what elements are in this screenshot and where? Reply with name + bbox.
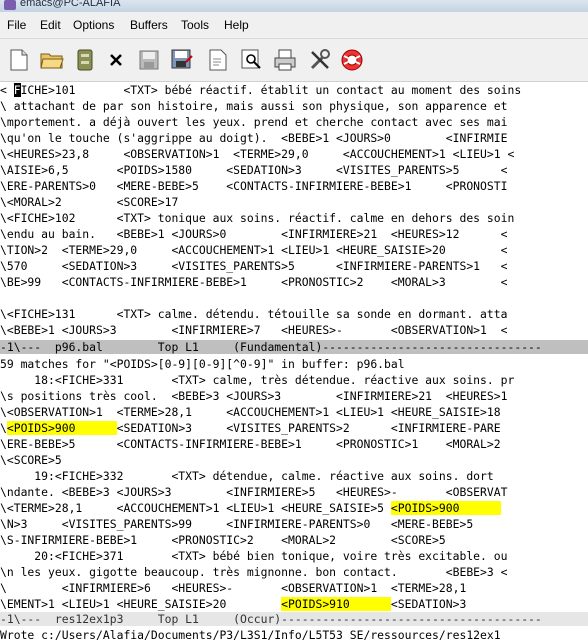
menu-buffers[interactable]: Buffers	[130, 18, 168, 32]
print-icon[interactable]	[273, 48, 297, 72]
help-icon[interactable]	[340, 48, 364, 72]
top-editor-window[interactable]: < FICHE>101 <TXT> bébé réactif. établit …	[0, 82, 588, 340]
text-segment: \s positions très cool. <BEBE>3 <JOURS>3…	[0, 389, 508, 403]
menu-bar: File Edit Options Buffers Tools Help	[0, 12, 588, 39]
text-segment: <	[0, 83, 14, 97]
occur-line: 20:<FICHE>371 <TXT> bébé bien tonique, v…	[0, 548, 507, 564]
text-segment: \ <INFIRMIERE>6 <HEURES>- <OBSERVATION>1…	[0, 581, 467, 595]
text-segment: \ERE-BEBE>5 <CONTACTS-INFIRMIERE-BEBE>1 …	[0, 437, 501, 451]
text-segment: \	[0, 421, 7, 435]
text-segment: \n les yeux. gigotte beaucoup. très mign…	[0, 565, 508, 579]
occur-line: \EMENT>1 <LIEU>1 <HEURE_SAISIE>20 <POIDS…	[0, 596, 466, 612]
text-segment: \AISIE>6,5 <POIDS>1580 <SEDATION>3 <VISI…	[0, 163, 508, 177]
text-segment: \<MORAL>2 <SCORE>17	[0, 195, 179, 209]
occur-line: \S-INFIRMIERE-BEBE>1 <PRONOSTIC>2 <MORAL…	[0, 532, 446, 548]
text-segment: \qu'on le touche (s'aggrippe au doigt). …	[0, 131, 508, 145]
occur-line: \<POIDS>900 <SEDATION>3 <VISITES_PARENTS…	[0, 420, 501, 436]
buffer-line: \ attachant de par son histoire, mais au…	[0, 98, 507, 114]
match-highlight: <POIDS>900	[390, 501, 501, 515]
text-segment: \<TERME>28,1 <ACCOUCHEMENT>1 <LIEU>1 <HE…	[0, 501, 391, 515]
dired-icon[interactable]	[73, 48, 97, 72]
match-highlight: <POIDS>900	[6, 421, 117, 435]
undo-icon[interactable]	[206, 48, 230, 72]
occur-line: \<OBSERVATION>1 <TERME>28,1 <ACCOUCHEMEN…	[0, 404, 501, 420]
save-icon[interactable]	[137, 48, 161, 72]
close-icon[interactable]	[104, 48, 128, 72]
text-segment: \<OBSERVATION>1 <TERME>28,1 <ACCOUCHEMEN…	[0, 405, 501, 419]
menu-tools[interactable]: Tools	[181, 18, 209, 32]
text-segment: \TION>2 <TERME>29,0 <ACCOUCHEMENT>1 <LIE…	[0, 243, 508, 257]
buffer-line: \qu'on le touche (s'aggrippe au doigt). …	[0, 130, 507, 146]
text-cursor: F	[13, 83, 21, 97]
text-segment: \<FICHE>131 <TXT> calme. détendu. tétoui…	[0, 307, 508, 321]
text-segment: \570 <SEDATION>3 <VISITES_PARENTS>5 <INF…	[0, 259, 508, 273]
open-folder-icon[interactable]	[40, 48, 64, 72]
text-segment: \ERE-PARENTS>0 <MERE-BEBE>5 <CONTACTS-IN…	[0, 179, 508, 193]
match-highlight: <POIDS>910	[281, 597, 391, 611]
text-segment: <SEDATION>3 <VISITES_PARENTS>2 <INFIRMIE…	[116, 421, 501, 435]
menu-help[interactable]: Help	[224, 18, 249, 32]
text-segment: 59 matches for "<POIDS>[0-9][0-9][^0-9]"…	[0, 357, 405, 371]
buffer-line: \TION>2 <TERME>29,0 <ACCOUCHEMENT>1 <LIE…	[0, 242, 507, 258]
text-segment: \N>3 <VISITES_PARENTS>99 <INFIRMIERE-PAR…	[0, 517, 474, 531]
text-segment: \<BEBE>1 <JOURS>3 <INFIRMIERE>7 <HEURES>…	[0, 323, 508, 337]
occur-line: \s positions très cool. <BEBE>3 <JOURS>3…	[0, 388, 507, 404]
occur-line: \<SCORE>5	[0, 452, 62, 468]
text-segment: \<SCORE>5	[0, 453, 62, 467]
buffer-line: \<FICHE>131 <TXT> calme. détendu. tétoui…	[0, 306, 507, 322]
text-segment: \BE>99 <CONTACTS-INFIRMIERE-BEBE>1 <PRON…	[0, 275, 508, 289]
text-segment: \ attachant de par son histoire, mais au…	[0, 99, 508, 113]
text-segment: \ndante. <BEBE>3 <JOURS>3 <INFIRMIERE>5 …	[0, 485, 508, 499]
minibuffer[interactable]: Wrote c:/Users/Alafia/Documents/P3/L3S1/…	[0, 627, 588, 643]
buffer-line: < FICHE>101 <TXT> bébé réactif. établit …	[0, 82, 521, 98]
text-segment: \EMENT>1 <LIEU>1 <HEURE_SAISIE>20	[0, 597, 282, 611]
top-mode-line[interactable]: -1\--- p96.bal Top L1 (Fundamental)-----…	[0, 340, 588, 354]
buffer-line: \ERE-PARENTS>0 <MERE-BEBE>5 <CONTACTS-IN…	[0, 178, 507, 194]
occur-line: \ERE-BEBE>5 <CONTACTS-INFIRMIERE-BEBE>1 …	[0, 436, 501, 452]
occur-line: \<TERME>28,1 <ACCOUCHEMENT>1 <LIEU>1 <HE…	[0, 500, 501, 516]
search-icon[interactable]	[240, 48, 264, 72]
menu-file[interactable]: File	[7, 18, 26, 32]
text-segment: \S-INFIRMIERE-BEBE>1 <PRONOSTIC>2 <MORAL…	[0, 533, 446, 547]
preferences-icon[interactable]	[308, 48, 332, 72]
save-as-icon[interactable]	[170, 48, 194, 72]
window-title: emacs@PC-ALAFIA	[20, 0, 121, 9]
text-segment: \<HEURES>23,8 <OBSERVATION>1 <TERME>29,0…	[0, 147, 515, 161]
emacs-app-icon	[4, 0, 16, 10]
buffer-line: \mportement. a déjà ouvert les yeux. pre…	[0, 114, 507, 130]
text-segment: 20:<FICHE>371 <TXT> bébé bien tonique, v…	[0, 549, 508, 563]
buffer-line: \endu au bain. <BEBE>1 <JOURS>0 <INFIRMI…	[0, 226, 507, 242]
occur-line: 59 matches for "<POIDS>[0-9][0-9][^0-9]"…	[0, 356, 405, 372]
buffer-line: \BE>99 <CONTACTS-INFIRMIERE-BEBE>1 <PRON…	[0, 274, 507, 290]
bottom-editor-window[interactable]: 59 matches for "<POIDS>[0-9][0-9][^0-9]"…	[0, 356, 588, 612]
occur-line: \ <INFIRMIERE>6 <HEURES>- <OBSERVATION>1…	[0, 580, 466, 596]
buffer-line: \<MORAL>2 <SCORE>17	[0, 194, 178, 210]
new-file-icon[interactable]	[7, 48, 31, 72]
menu-edit[interactable]: Edit	[40, 18, 61, 32]
buffer-line: \<HEURES>23,8 <OBSERVATION>1 <TERME>29,0…	[0, 146, 514, 162]
buffer-line: \570 <SEDATION>3 <VISITES_PARENTS>5 <INF…	[0, 258, 507, 274]
text-segment: 18:<FICHE>331 <TXT> calme, très détendue…	[0, 373, 515, 387]
occur-line: 18:<FICHE>331 <TXT> calme, très détendue…	[0, 372, 514, 388]
text-segment: 19:<FICHE>332 <TXT> détendue, calme. réa…	[0, 469, 494, 483]
text-segment: \endu au bain. <BEBE>1 <JOURS>0 <INFIRMI…	[0, 227, 508, 241]
occur-line: \N>3 <VISITES_PARENTS>99 <INFIRMIERE-PAR…	[0, 516, 473, 532]
buffer-line: \<BEBE>1 <JOURS>3 <INFIRMIERE>7 <HEURES>…	[0, 322, 507, 338]
text-segment: ICHE>101 <TXT> bébé réactif. établit un …	[20, 83, 522, 97]
text-segment: <SEDATION>3	[390, 597, 467, 611]
title-bar: emacs@PC-ALAFIA	[0, 0, 588, 12]
buffer-line: \AISIE>6,5 <POIDS>1580 <SEDATION>3 <VISI…	[0, 162, 507, 178]
menu-options[interactable]: Options	[73, 18, 114, 32]
occur-line: 19:<FICHE>332 <TXT> détendue, calme. réa…	[0, 468, 494, 484]
text-segment: \<FICHE>102 <TXT> tonique aux soins. réa…	[0, 211, 515, 225]
buffer-line: \<FICHE>102 <TXT> tonique aux soins. réa…	[0, 210, 514, 226]
toolbar	[0, 39, 588, 82]
occur-line: \n les yeux. gigotte beaucoup. très mign…	[0, 564, 507, 580]
occur-line: \ndante. <BEBE>3 <JOURS>3 <INFIRMIERE>5 …	[0, 484, 507, 500]
text-segment: \mportement. a déjà ouvert les yeux. pre…	[0, 115, 508, 129]
bottom-mode-line[interactable]: -1\--- res12ex1p3 Top L1 (Occur)--------…	[0, 612, 588, 626]
